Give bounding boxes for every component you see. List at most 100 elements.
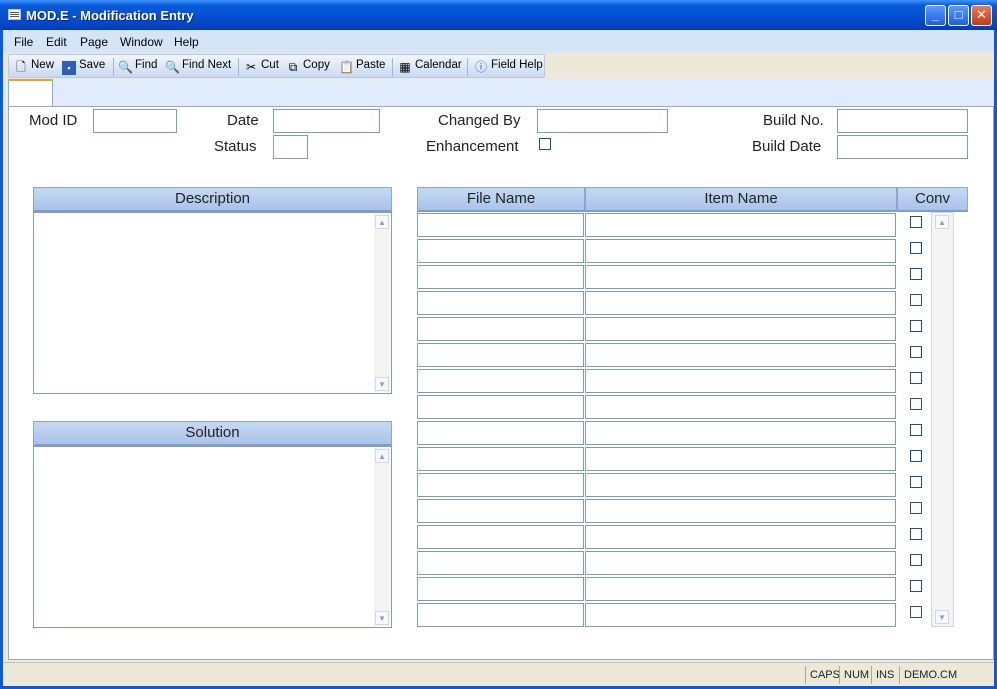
mod-id-field[interactable] [93, 109, 177, 133]
conv-checkbox[interactable] [910, 268, 922, 280]
account-indicator: DEMO.CM [899, 666, 989, 684]
description-scrollbar[interactable]: ▲ ▼ [374, 214, 390, 392]
file-name-cell[interactable] [417, 213, 584, 237]
conv-checkbox[interactable] [910, 606, 922, 618]
copy-button[interactable]: ⧉ Copy [286, 59, 330, 75]
clipboard-icon: 📋 [339, 60, 354, 74]
date-label: Date [227, 112, 259, 129]
scroll-down-icon[interactable]: ▼ [375, 611, 389, 625]
item-name-cell[interactable] [585, 499, 896, 523]
cut-button[interactable]: ✂ Cut [244, 59, 279, 75]
item-name-cell[interactable] [585, 343, 896, 367]
solution-scrollbar[interactable]: ▲ ▼ [374, 448, 390, 626]
conv-checkbox[interactable] [910, 502, 922, 514]
item-name-cell[interactable] [585, 369, 896, 393]
conv-checkbox[interactable] [910, 554, 922, 566]
calendar-button[interactable]: ▦ Calendar [398, 59, 461, 75]
scroll-up-icon[interactable]: ▲ [375, 215, 389, 229]
build-date-field[interactable] [837, 135, 968, 159]
field-help-button[interactable]: ⓘ Field Help [474, 59, 543, 75]
build-no-field[interactable] [837, 109, 968, 133]
conv-checkbox[interactable] [910, 216, 922, 228]
file-name-cell[interactable] [417, 291, 584, 315]
conv-checkbox[interactable] [910, 294, 922, 306]
description-textarea[interactable]: ▲ ▼ [33, 212, 392, 394]
file-name-cell[interactable] [417, 369, 584, 393]
menu-edit[interactable]: Edit [46, 35, 67, 49]
status-field[interactable] [273, 135, 308, 159]
window-title: MOD.E - Modification Entry [26, 8, 194, 23]
conv-checkbox[interactable] [910, 346, 922, 358]
conv-checkbox[interactable] [910, 450, 922, 462]
menu-page[interactable]: Page [80, 35, 108, 49]
item-name-cell[interactable] [585, 473, 896, 497]
item-name-cell[interactable] [585, 239, 896, 263]
ins-indicator: INS [871, 666, 899, 684]
status-bar: CAPS NUM INS DEMO.CM [3, 662, 994, 686]
menu-window[interactable]: Window [120, 35, 163, 49]
item-name-cell[interactable] [585, 421, 896, 445]
file-name-cell[interactable] [417, 447, 584, 471]
file-name-cell[interactable] [417, 577, 584, 601]
find-button[interactable]: 🔍 Find [118, 59, 157, 75]
find-next-button[interactable]: 🔍 Find Next [165, 59, 231, 75]
save-button[interactable]: ▪ Save [62, 59, 105, 75]
item-name-cell[interactable] [585, 317, 896, 341]
file-name-cell[interactable] [417, 499, 584, 523]
menu-help[interactable]: Help [174, 35, 199, 49]
file-name-cell[interactable] [417, 525, 584, 549]
conv-checkbox[interactable] [910, 372, 922, 384]
conv-checkbox[interactable] [910, 528, 922, 540]
scissors-icon: ✂ [245, 60, 257, 74]
item-name-cell[interactable] [585, 265, 896, 289]
item-name-cell[interactable] [585, 291, 896, 315]
item-name-header: Item Name [585, 187, 897, 212]
item-name-cell[interactable] [585, 213, 896, 237]
file-name-cell[interactable] [417, 395, 584, 419]
tab-page-1[interactable] [8, 79, 53, 107]
item-name-cell[interactable] [585, 447, 896, 471]
date-field[interactable] [273, 109, 380, 133]
menu-file[interactable]: File [14, 35, 33, 49]
file-name-cell[interactable] [417, 551, 584, 575]
close-button[interactable]: ✕ [971, 5, 992, 26]
conv-checkbox[interactable] [910, 580, 922, 592]
help-icon: ⓘ [474, 60, 487, 74]
description-header: Description [33, 187, 392, 212]
changed-by-field[interactable] [537, 109, 668, 133]
file-name-cell[interactable] [417, 265, 584, 289]
scroll-down-icon[interactable]: ▼ [935, 610, 949, 624]
conv-checkbox[interactable] [910, 398, 922, 410]
solution-textarea[interactable]: ▲ ▼ [33, 446, 392, 628]
maximize-button[interactable]: □ [948, 5, 969, 26]
enhancement-checkbox[interactable] [539, 138, 551, 150]
minimize-button[interactable]: _ [925, 5, 946, 26]
item-name-cell[interactable] [585, 603, 896, 627]
scroll-up-icon[interactable]: ▲ [375, 449, 389, 463]
conv-checkbox[interactable] [910, 320, 922, 332]
file-name-cell[interactable] [417, 317, 584, 341]
binoculars-next-icon: 🔍 [165, 60, 180, 74]
file-name-cell[interactable] [417, 473, 584, 497]
item-name-cell[interactable] [585, 551, 896, 575]
scroll-down-icon[interactable]: ▼ [375, 377, 389, 391]
file-name-cell[interactable] [417, 421, 584, 445]
new-button[interactable]: 🗋 New [14, 59, 54, 75]
conv-checkbox[interactable] [910, 476, 922, 488]
num-indicator: NUM [839, 666, 871, 684]
item-name-cell[interactable] [585, 577, 896, 601]
file-name-cell[interactable] [417, 603, 584, 627]
item-name-cell[interactable] [585, 525, 896, 549]
item-name-cell[interactable] [585, 395, 896, 419]
file-name-cell[interactable] [417, 343, 584, 367]
title-bar[interactable]: MOD.E - Modification Entry _ □ ✕ [0, 0, 997, 30]
form-panel: Mod ID Date Status Changed By Enhancemen… [8, 106, 994, 660]
conv-checkbox[interactable] [910, 424, 922, 436]
conv-checkbox[interactable] [910, 242, 922, 254]
files-table-scrollbar[interactable]: ▲ ▼ [931, 212, 954, 627]
new-document-icon: 🗋 [16, 60, 26, 74]
mod-id-label: Mod ID [29, 112, 78, 129]
scroll-up-icon[interactable]: ▲ [935, 215, 949, 229]
file-name-cell[interactable] [417, 239, 584, 263]
paste-button[interactable]: 📋 Paste [339, 59, 385, 75]
